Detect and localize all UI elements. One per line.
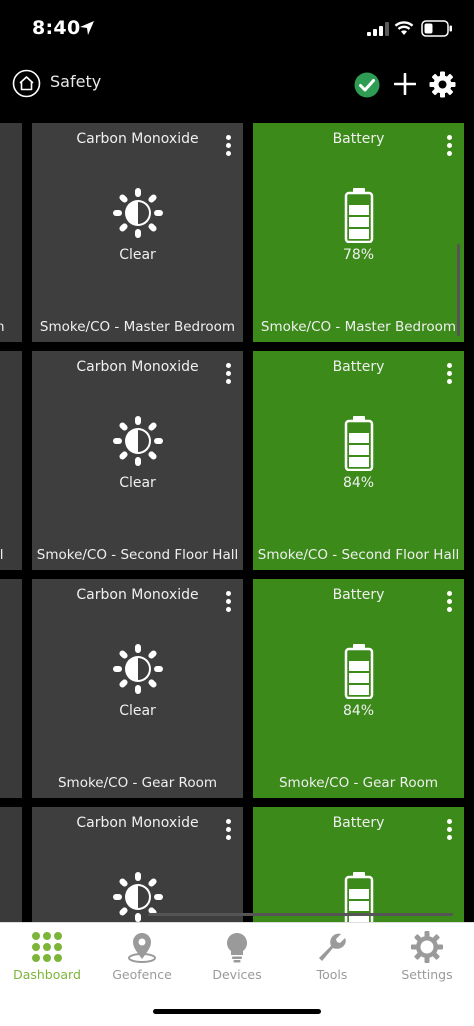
tile-label: Smoke/CO - Master Bedroom	[260, 319, 457, 335]
more-vertical-icon[interactable]	[226, 135, 232, 157]
gear-icon[interactable]	[429, 71, 456, 98]
tab-label: Settings	[401, 967, 453, 982]
cellular-signal-icon	[367, 22, 389, 36]
battery-tile[interactable]: Battery	[253, 807, 464, 922]
tab-label: Tools	[316, 967, 348, 982]
add-button[interactable]	[394, 73, 416, 95]
clipped-tile[interactable]	[0, 579, 22, 798]
sun-half-icon	[112, 416, 163, 466]
battery-tile[interactable]: Battery 78% Smoke/CO - Master Bedroom	[253, 123, 464, 342]
tile-label: Smoke/CO - Second Floor Hall	[36, 547, 239, 563]
location-arrow-icon	[80, 21, 94, 35]
more-vertical-icon[interactable]	[226, 363, 232, 385]
tile-title: Carbon Monoxide	[76, 131, 199, 147]
sun-half-icon	[112, 188, 163, 238]
co-tile[interactable]: Carbon Monoxide	[32, 807, 243, 922]
tab-tools[interactable]: Tools	[285, 931, 379, 982]
tile-title: Carbon Monoxide	[76, 359, 199, 375]
more-vertical-icon[interactable]	[447, 819, 453, 841]
tile-title: Battery	[332, 815, 385, 831]
tile-value: Clear	[119, 247, 156, 263]
tile-value: Clear	[119, 703, 156, 719]
clipped-tile[interactable]: n	[0, 123, 22, 342]
clipped-tile[interactable]: ll	[0, 351, 22, 570]
clipped-tile[interactable]	[0, 807, 22, 922]
check-circle-icon[interactable]	[354, 72, 380, 98]
tile-title: Battery	[332, 359, 385, 375]
tab-label: Dashboard	[13, 967, 81, 982]
dashboard-grid[interactable]: n ll Carbon Monoxide Clear Smoke/CO - Ma…	[0, 110, 474, 922]
home-icon[interactable]	[12, 69, 41, 98]
tile-label: Smoke/CO - Gear Room	[278, 775, 438, 791]
home-indicator[interactable]	[153, 1009, 321, 1014]
tile-value: 84%	[342, 703, 375, 719]
tile-label: Smoke/CO - Second Floor Hall	[257, 547, 460, 563]
tab-geofence[interactable]: Geofence	[95, 931, 189, 982]
tile-title: Carbon Monoxide	[76, 587, 199, 603]
tile-value: 78%	[342, 247, 375, 263]
tile-title: Battery	[332, 587, 385, 603]
battery-tile[interactable]: Battery 84% Smoke/CO - Gear Room	[253, 579, 464, 798]
tab-dashboard[interactable]: Dashboard	[0, 931, 94, 982]
co-tile[interactable]: Carbon Monoxide Clear Smoke/CO - Master …	[32, 123, 243, 342]
more-vertical-icon[interactable]	[447, 363, 453, 385]
battery-icon	[421, 20, 452, 37]
tile-value: Clear	[119, 475, 156, 491]
clipped-tile-label: ll	[0, 547, 4, 563]
tile-title: Carbon Monoxide	[76, 815, 199, 831]
battery-tile[interactable]: Battery 84% Smoke/CO - Second Floor Hall	[253, 351, 464, 570]
battery-level-icon	[344, 644, 373, 699]
tab-label: Geofence	[112, 967, 172, 982]
wrench-icon	[319, 933, 346, 961]
horizontal-scrollbar[interactable]	[148, 913, 453, 916]
battery-level-icon	[344, 416, 373, 471]
more-vertical-icon[interactable]	[447, 135, 453, 157]
tile-label: Smoke/CO - Gear Room	[57, 775, 217, 791]
tile-value: 84%	[342, 475, 375, 491]
tile-label: Smoke/CO - Master Bedroom	[39, 319, 236, 335]
more-vertical-icon[interactable]	[447, 591, 453, 613]
page-title: Safety	[50, 72, 102, 91]
sun-half-icon	[112, 644, 163, 694]
lightbulb-icon	[227, 933, 247, 963]
status-bar: 8:40	[0, 0, 474, 60]
more-vertical-icon[interactable]	[226, 591, 232, 613]
tab-devices[interactable]: Devices	[190, 931, 284, 982]
map-pin-icon	[128, 933, 156, 963]
tab-label: Devices	[212, 967, 262, 982]
co-tile[interactable]: Carbon Monoxide Clear Smoke/CO - Second …	[32, 351, 243, 570]
clipped-tile-label: n	[0, 319, 5, 335]
gear-icon	[411, 931, 443, 963]
status-time: 8:40	[32, 17, 81, 39]
grid-dots-icon	[32, 932, 62, 962]
wifi-icon	[394, 21, 414, 35]
tab-settings[interactable]: Settings	[380, 931, 474, 982]
co-tile[interactable]: Carbon Monoxide Clear Smoke/CO - Gear Ro…	[32, 579, 243, 798]
more-vertical-icon[interactable]	[226, 819, 232, 841]
vertical-scrollbar[interactable]	[457, 244, 460, 336]
battery-level-icon	[344, 188, 373, 243]
tile-title: Battery	[332, 131, 385, 147]
